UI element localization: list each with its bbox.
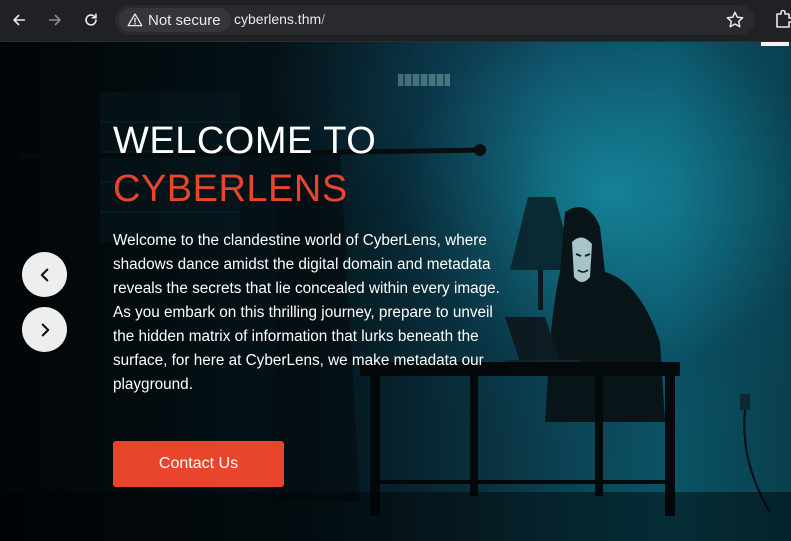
carousel-next-button[interactable] bbox=[22, 307, 67, 352]
reload-button[interactable] bbox=[78, 7, 104, 33]
back-button[interactable] bbox=[6, 7, 32, 33]
hero-title-line2: CYBERLENS bbox=[113, 168, 348, 210]
hero-description: Welcome to the clandestine world of Cybe… bbox=[113, 232, 500, 393]
security-label: Not secure bbox=[148, 11, 221, 29]
url-text[interactable]: cyberlens.thm/ bbox=[234, 11, 325, 27]
star-icon[interactable] bbox=[725, 10, 745, 30]
carousel-prev-button[interactable] bbox=[22, 252, 67, 297]
address-bar[interactable]: Not secure cyberlens.thm/ bbox=[115, 5, 755, 35]
warning-triangle-icon bbox=[127, 13, 143, 27]
chevron-right-icon bbox=[41, 323, 49, 336]
hero-section: WELCOME TO CYBERLENS Welcome to the clan… bbox=[0, 42, 791, 541]
url-path: / bbox=[321, 11, 326, 27]
url-host: cyberlens.thm bbox=[234, 11, 322, 27]
browser-toolbar: Not secure cyberlens.thm/ bbox=[0, 0, 791, 42]
puzzle-icon[interactable] bbox=[774, 8, 791, 30]
forward-button[interactable] bbox=[42, 7, 68, 33]
reload-icon bbox=[85, 13, 97, 26]
arrow-left-icon bbox=[13, 14, 26, 26]
menu-toggle-edge[interactable] bbox=[761, 42, 789, 46]
contact-us-button[interactable]: Contact Us bbox=[113, 441, 284, 487]
security-indicator[interactable]: Not secure bbox=[119, 8, 231, 32]
hero-title-line1: WELCOME TO bbox=[113, 120, 377, 162]
arrow-right-icon bbox=[48, 14, 61, 26]
chevron-left-icon bbox=[40, 268, 48, 281]
